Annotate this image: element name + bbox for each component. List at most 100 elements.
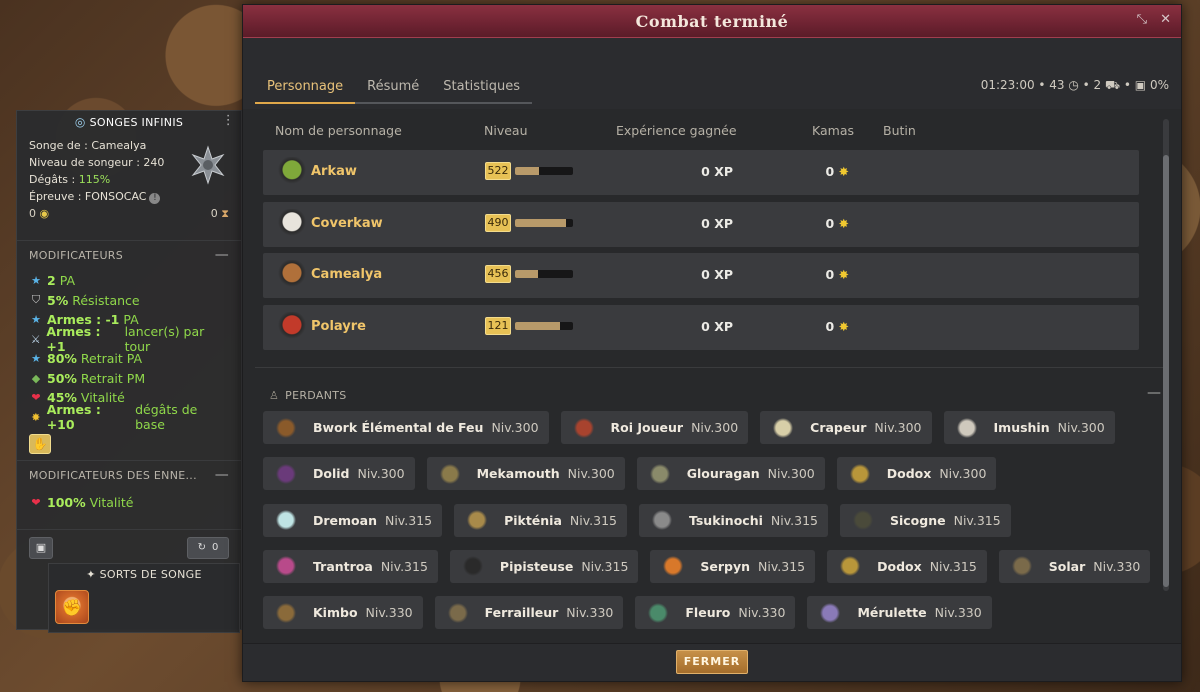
sword-icon: ⚔ xyxy=(30,332,41,346)
level-badge: 522 xyxy=(485,162,511,180)
monster-icon xyxy=(772,416,795,439)
character-name: Polayre xyxy=(311,319,366,335)
monster-chip[interactable]: Serpyn Niv.315 xyxy=(650,549,816,583)
screenshot-button[interactable]: ▣ xyxy=(29,536,53,559)
level-progress-fill xyxy=(515,322,561,331)
monster-name: Imushin xyxy=(993,420,1050,435)
dialog-title-bar[interactable]: Combat terminé ⤡ ✕ xyxy=(243,5,1181,38)
modifiers-section-header[interactable]: MODIFICATEURS — xyxy=(17,241,241,269)
monster-chip[interactable]: Pikténia Niv.315 xyxy=(454,503,627,537)
songes-infinis-panel: ◎ SONGES INFINIS ⋮ Songe de : Camealya N… xyxy=(16,110,242,630)
monster-level: Niv.315 xyxy=(380,558,428,574)
more-options-icon[interactable]: ⋮ xyxy=(222,113,235,128)
monster-chip[interactable]: Bwork Élémental de Feu Niv.300 xyxy=(263,411,549,444)
monster-level: Niv.330 xyxy=(566,605,614,621)
losers-title: PERDANTS xyxy=(285,389,347,402)
monster-level: Niv.300 xyxy=(939,466,987,482)
collapse-icon[interactable]: — xyxy=(215,467,229,483)
tab-personnage[interactable]: Personnage xyxy=(255,75,356,104)
losers-row: Kimbo Niv.330 Ferrailleur Niv.330 Fleuro Niv.… xyxy=(263,596,992,630)
level-progress-bar xyxy=(515,167,573,175)
modifiers-title: MODIFICATEURS xyxy=(29,248,124,262)
monster-chip[interactable]: Dremoan Niv.315 xyxy=(263,503,443,537)
songe-counters: 0 ◉ 0 ⧗ xyxy=(29,207,229,221)
close-icon[interactable]: ✕ xyxy=(1160,12,1171,27)
character-name: Coverkaw xyxy=(311,215,383,231)
collapse-icon[interactable]: — xyxy=(1147,385,1161,401)
monster-icon xyxy=(648,462,671,485)
tab-statistiques[interactable]: Statistiques xyxy=(431,75,533,104)
monster-chip[interactable]: Tsukinochi Niv.315 xyxy=(639,503,828,537)
monster-level: Niv.315 xyxy=(953,512,1001,528)
col-xp: Expérience gagnée xyxy=(616,123,737,138)
monster-chip[interactable]: Trantroa Niv.315 xyxy=(263,549,438,583)
player-row[interactable]: Camealya 456 0 XP 0 ✸ xyxy=(263,253,1139,299)
monster-chip[interactable]: Dolid Niv.300 xyxy=(263,457,415,491)
scrollbar[interactable] xyxy=(1163,119,1169,591)
results-content: Nom de personnage Niveau Expérience gagn… xyxy=(243,109,1181,645)
monster-name: Kimbo xyxy=(313,605,358,621)
monster-name: Dolid xyxy=(313,466,350,482)
modifier-value: 80% xyxy=(47,351,77,367)
monster-chip[interactable]: Mekamouth Niv.300 xyxy=(426,457,625,491)
monster-level: Niv.315 xyxy=(770,512,818,528)
close-button[interactable]: FERMER xyxy=(676,650,748,674)
monster-icon xyxy=(275,555,297,578)
monster-chip[interactable]: Ferrailleur Niv.330 xyxy=(434,596,624,630)
dream-spell-icon[interactable]: ✊ xyxy=(55,590,89,624)
monster-name: Fleuro xyxy=(685,605,731,621)
monster-icon xyxy=(955,416,978,439)
monster-chip[interactable]: Dodox Niv.315 xyxy=(827,549,987,583)
monster-chip[interactable]: Kimbo Niv.330 xyxy=(263,596,423,630)
modifiers-list: ★ 2 PA ⛉ 5% Résistance ★ Armes : -1 PA ⚔ Armes : +… xyxy=(17,269,241,433)
shield-icon: ⛉ xyxy=(31,293,41,307)
xp-gained: 0 XP xyxy=(701,215,733,231)
monster-chip[interactable]: Crapeur Niv.300 xyxy=(760,411,932,444)
modifier-item: ◆ 50% Retrait PM xyxy=(29,369,229,389)
xp-gained: 0 XP xyxy=(701,164,733,179)
player-row[interactable]: Polayre 121 0 XP 0 ✸ xyxy=(263,305,1139,351)
trophy-icon: ♙ xyxy=(269,389,280,402)
modifier-value: 100% xyxy=(47,495,86,511)
reroll-button[interactable]: ↻ 0 xyxy=(187,536,229,559)
monster-chip[interactable]: Dodox Niv.300 xyxy=(836,457,997,491)
scroll-thumb[interactable] xyxy=(1163,155,1169,587)
monster-icon xyxy=(819,601,842,624)
monster-chip[interactable]: Pipisteuse Niv.315 xyxy=(449,549,639,583)
monster-chip[interactable]: Sicogne Niv.315 xyxy=(839,503,1011,537)
player-row[interactable]: Coverkaw 490 0 XP 0 ✸ xyxy=(263,201,1139,247)
minimize-icon[interactable]: ⤡ xyxy=(1137,12,1147,27)
combat-status: 01:23:00 • 43 ◷ • 2 ⛟ • ▣ 0% xyxy=(980,78,1169,92)
spells-title-row: ✦ SORTS DE SONGE xyxy=(49,568,239,581)
losers-row: Dremoan Niv.315 Pikténia Niv.315 Tsukinochi N… xyxy=(263,503,1011,537)
modifier-text: dégâts de base xyxy=(135,402,198,433)
monster-icon xyxy=(275,462,297,485)
player-row[interactable]: Arkaw 522 0 XP 0 ✸ xyxy=(263,150,1139,195)
monster-name: Tsukinochi xyxy=(689,512,763,528)
boot-icon: ◆ xyxy=(31,371,41,385)
monster-chip[interactable]: Roi Joueur Niv.300 xyxy=(560,411,749,444)
monster-chip[interactable]: Imushin Niv.300 xyxy=(943,411,1115,444)
enemy-modifiers-section-header[interactable]: MODIFICATEURS DES ENNE... — xyxy=(17,461,241,489)
monster-level: Niv.300 xyxy=(491,420,539,435)
xp-gained: 0 XP xyxy=(701,267,733,283)
modifier-text: lancer(s) par tour xyxy=(124,324,205,355)
tab-rsum[interactable]: Résumé xyxy=(355,75,432,104)
level-progress-fill xyxy=(515,270,539,279)
monster-chip[interactable]: Solar Niv.330 xyxy=(998,549,1151,583)
collapse-icon[interactable]: — xyxy=(215,247,229,263)
modifier-badge-icon[interactable]: ✋ xyxy=(29,434,51,454)
monster-name: Solar xyxy=(1048,558,1086,574)
epreuve-label: Épreuve : FONSOCAC xyxy=(29,190,147,203)
hourglass-icon: ⧗ xyxy=(221,207,229,220)
modifier-text: Vitalité xyxy=(89,495,134,511)
kama-icon: ✸ xyxy=(838,164,849,179)
enemy-modifiers-title: MODIFICATEURS DES ENNE... xyxy=(29,468,197,482)
info-icon[interactable]: ! xyxy=(149,193,161,204)
monster-icon xyxy=(275,601,297,624)
monster-chip[interactable]: Mérulette Niv.330 xyxy=(807,596,992,630)
monster-chip[interactable]: Glouragan Niv.300 xyxy=(636,457,825,491)
monster-chip[interactable]: Fleuro Niv.330 xyxy=(635,596,796,630)
modifier-item: ★ 2 PA xyxy=(29,271,229,291)
monster-icon xyxy=(662,555,685,578)
